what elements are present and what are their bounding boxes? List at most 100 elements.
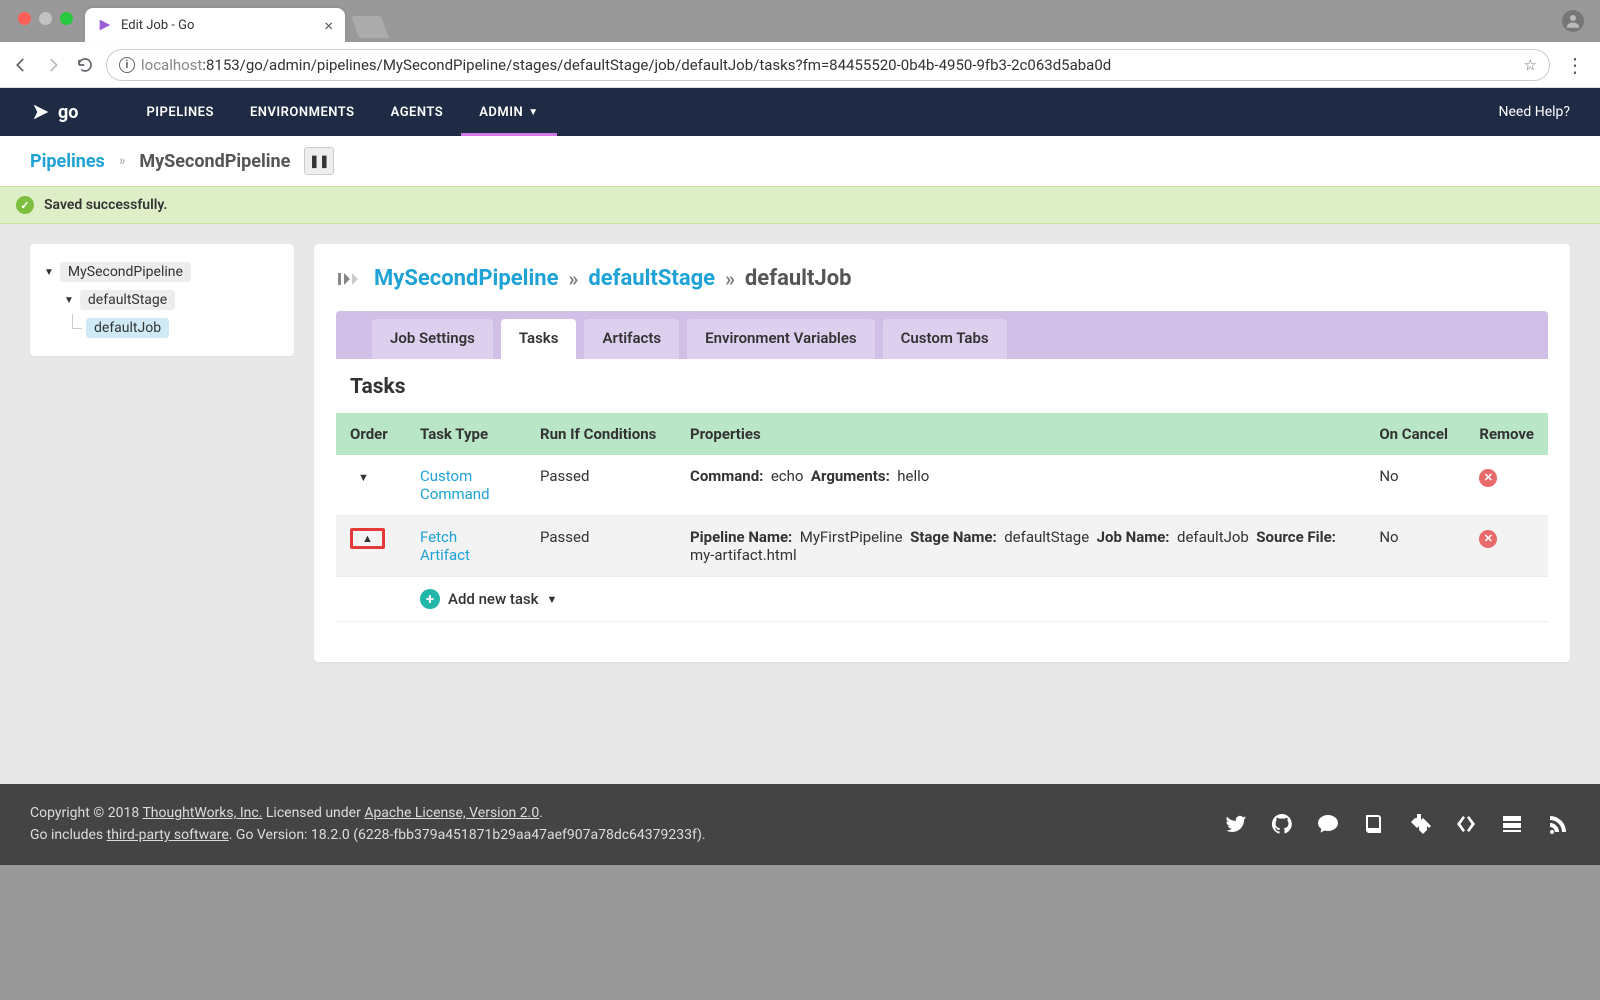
new-tab-button[interactable] <box>351 16 389 38</box>
maximize-window-icon[interactable] <box>60 12 73 25</box>
pipeline-tree-panel: ▼ MySecondPipeline ▼ defaultStage defaul… <box>30 244 294 356</box>
window-controls <box>10 0 85 25</box>
twitter-icon[interactable] <box>1224 812 1248 836</box>
tree-pipeline-label: MySecondPipeline <box>60 262 191 282</box>
address-bar[interactable]: i localhost:8153/go/admin/pipelines/MySe… <box>106 49 1550 81</box>
logo-text: go <box>58 102 78 123</box>
col-properties: Properties <box>676 413 1365 455</box>
plugin-icon[interactable] <box>1408 812 1432 836</box>
add-new-task-button[interactable]: +Add new task▼ <box>420 589 557 609</box>
tree-stage[interactable]: ▼ defaultStage <box>42 286 282 314</box>
nav-environments[interactable]: ENVIRONMENTS <box>232 88 373 136</box>
run-if-value: Passed <box>526 516 676 577</box>
pause-pipeline-button[interactable]: ❚❚ <box>304 147 334 175</box>
nav-admin[interactable]: ADMIN▼ <box>461 88 556 136</box>
github-icon[interactable] <box>1270 812 1294 836</box>
server-icon[interactable] <box>1500 812 1524 836</box>
need-help-link[interactable]: Need Help? <box>1499 104 1571 120</box>
page-body: ▼ MySecondPipeline ▼ defaultStage defaul… <box>0 224 1600 784</box>
col-order: Order <box>336 413 406 455</box>
plus-circle-icon: + <box>420 589 440 609</box>
profile-avatar-icon[interactable] <box>1562 10 1584 32</box>
footer-version: . Go Version: 18.2.0 (6228-fbb379a451871… <box>229 827 706 843</box>
crumb-sep: » <box>568 267 578 291</box>
flash-success: ✓ Saved successfully. <box>0 186 1600 224</box>
stage-nav-icon <box>336 269 364 289</box>
tree-pipeline[interactable]: ▼ MySecondPipeline <box>42 258 282 286</box>
tab-job-settings[interactable]: Job Settings <box>372 319 493 359</box>
table-header-row: Order Task Type Run If Conditions Proper… <box>336 413 1548 455</box>
tree-job-label: defaultJob <box>86 318 169 338</box>
footer-icons <box>1224 812 1570 836</box>
col-runif: Run If Conditions <box>526 413 676 455</box>
remove-task-icon[interactable]: ✕ <box>1479 469 1497 487</box>
close-tab-icon[interactable]: × <box>324 16 333 35</box>
table-row: ▲FetchArtifactPassedPipeline Name: MyFir… <box>336 516 1548 577</box>
logo-icon <box>30 101 52 123</box>
task-properties: Command: echo Arguments: hello <box>676 455 1365 516</box>
task-type-link[interactable]: FetchArtifact <box>420 528 470 564</box>
task-type-link[interactable]: CustomCommand <box>420 467 490 503</box>
url-host: localhost:8153/go/admin/pipelines/MySeco… <box>141 56 1111 74</box>
tab-custom-tabs[interactable]: Custom Tabs <box>883 319 1007 359</box>
footer-license-link[interactable]: Apache License, Version 2.0 <box>364 805 539 821</box>
forward-icon[interactable] <box>42 54 64 76</box>
back-icon[interactable] <box>10 54 32 76</box>
col-type: Task Type <box>406 413 526 455</box>
top-nav: go PIPELINES ENVIRONMENTS AGENTS ADMIN▼ … <box>0 88 1600 136</box>
app-root: go PIPELINES ENVIRONMENTS AGENTS ADMIN▼ … <box>0 88 1600 784</box>
api-icon[interactable] <box>1454 812 1478 836</box>
tasks-table: Order Task Type Run If Conditions Proper… <box>336 413 1548 622</box>
remove-task-icon[interactable]: ✕ <box>1479 530 1497 548</box>
browser-menu-icon[interactable]: ⋮ <box>1560 53 1590 77</box>
breadcrumb-current: MySecondPipeline <box>139 151 290 172</box>
breadcrumb-sep: » <box>119 153 126 169</box>
chevron-down-icon: ▼ <box>546 593 557 606</box>
tab-title: Edit Job - Go <box>121 18 316 33</box>
on-cancel-value: No <box>1365 516 1465 577</box>
breadcrumb-pipelines-link[interactable]: Pipelines <box>30 151 105 172</box>
footer-thirdparty-link[interactable]: third-party software <box>107 827 229 843</box>
sub-breadcrumb-bar: Pipelines » MySecondPipeline ❚❚ <box>0 136 1600 186</box>
tab-environment-variables[interactable]: Environment Variables <box>687 319 874 359</box>
move-up-icon[interactable]: ▲ <box>350 528 385 549</box>
browser-tab[interactable]: Edit Job - Go × <box>85 8 345 42</box>
nav-pipelines[interactable]: PIPELINES <box>128 88 231 136</box>
rss-icon[interactable] <box>1546 812 1570 836</box>
flash-message: Saved successfully. <box>44 197 167 213</box>
run-if-value: Passed <box>526 455 676 516</box>
go-favicon-icon <box>97 17 113 33</box>
table-row: ▼ CustomCommand PassedCommand: echo Argume… <box>336 455 1548 516</box>
logo[interactable]: go <box>30 101 78 123</box>
tab-strip: Edit Job - Go × <box>0 0 1600 42</box>
footer-thoughtworks-link[interactable]: ThoughtWorks, Inc. <box>142 805 262 821</box>
tree-job[interactable]: defaultJob <box>42 314 282 342</box>
tab-artifacts[interactable]: Artifacts <box>584 319 679 359</box>
crumb-job-current: defaultJob <box>745 266 852 291</box>
browser-chrome: Edit Job - Go × i localhost:8153/go/admi… <box>0 0 1600 88</box>
job-tabs: Job Settings Tasks Artifacts Environment… <box>336 311 1548 359</box>
add-task-row: +Add new task▼ <box>336 577 1548 622</box>
footer-copyright: Copyright © 2018 <box>30 805 142 821</box>
chevron-down-icon: ▼ <box>528 107 538 118</box>
close-window-icon[interactable] <box>18 12 31 25</box>
book-icon[interactable] <box>1362 812 1386 836</box>
chat-icon[interactable] <box>1316 812 1340 836</box>
nav-agents[interactable]: AGENTS <box>373 88 462 136</box>
check-circle-icon: ✓ <box>16 196 34 214</box>
move-down-icon[interactable]: ▼ <box>350 469 377 486</box>
caret-down-icon: ▼ <box>44 267 54 278</box>
tab-tasks[interactable]: Tasks <box>501 319 577 359</box>
col-oncancel: On Cancel <box>1365 413 1465 455</box>
top-nav-items: PIPELINES ENVIRONMENTS AGENTS ADMIN▼ <box>128 88 556 136</box>
reload-icon[interactable] <box>74 54 96 76</box>
crumb-pipeline-link[interactable]: MySecondPipeline <box>374 266 558 291</box>
caret-down-icon: ▼ <box>64 295 74 306</box>
footer: Copyright © 2018 ThoughtWorks, Inc. Lice… <box>0 784 1600 865</box>
crumb-stage-link[interactable]: defaultStage <box>588 266 715 291</box>
bookmark-star-icon[interactable]: ☆ <box>1524 56 1537 74</box>
footer-text: Copyright © 2018 ThoughtWorks, Inc. Lice… <box>30 802 706 847</box>
site-info-icon[interactable]: i <box>119 57 135 73</box>
minimize-window-icon[interactable] <box>39 12 52 25</box>
address-bar-row: i localhost:8153/go/admin/pipelines/MySe… <box>0 42 1600 88</box>
